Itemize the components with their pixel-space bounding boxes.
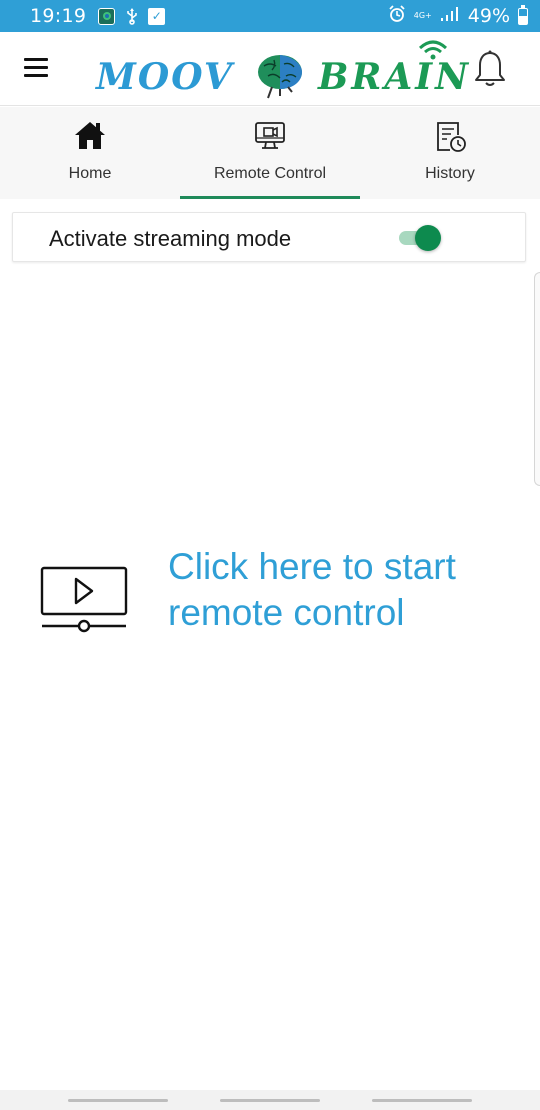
streaming-mode-label: Activate streaming mode bbox=[49, 226, 292, 251]
bell-icon bbox=[475, 50, 505, 86]
back-button[interactable] bbox=[372, 1099, 472, 1102]
status-bar: 19:19 ✓ 4G+ 49% bbox=[0, 0, 540, 32]
video-play-icon bbox=[40, 566, 128, 633]
tab-home[interactable]: Home bbox=[0, 107, 180, 199]
system-nav-bar bbox=[0, 1090, 540, 1110]
tab-history[interactable]: History bbox=[360, 107, 540, 199]
hamburger-line bbox=[24, 66, 48, 69]
app-logo: MOOV BRAIN bbox=[96, 40, 468, 100]
tab-label: History bbox=[425, 165, 475, 182]
monitor-camera-icon bbox=[255, 122, 285, 149]
hamburger-line bbox=[24, 58, 48, 61]
brain-icon bbox=[258, 55, 302, 99]
start-remote-control-label[interactable]: Click here to start remote control bbox=[168, 544, 498, 636]
logo-text-moov: MOOV bbox=[96, 56, 234, 98]
signal-icon bbox=[440, 5, 460, 27]
history-icon bbox=[437, 122, 466, 152]
tab-label: Home bbox=[68, 165, 112, 182]
battery-icon bbox=[518, 4, 528, 25]
hamburger-line bbox=[24, 74, 48, 77]
menu-button[interactable] bbox=[24, 58, 48, 78]
toggle-thumb bbox=[415, 225, 441, 251]
alarm-icon bbox=[388, 4, 406, 28]
app-header: MOOV BRAIN bbox=[0, 32, 540, 106]
logo-text-brain: BRAIN bbox=[318, 56, 472, 98]
streaming-mode-card: Activate streaming mode bbox=[12, 212, 526, 262]
system-status: 4G+ 49% bbox=[388, 4, 528, 28]
app-notification-icon bbox=[98, 7, 116, 25]
side-panel-handle[interactable] bbox=[534, 272, 540, 486]
tab-remote-control[interactable]: Remote Control bbox=[180, 107, 360, 199]
home-icon bbox=[75, 122, 105, 149]
recent-apps-button[interactable] bbox=[68, 1099, 168, 1102]
notification-icons: ✓ bbox=[98, 7, 166, 25]
network-type: 4G+ bbox=[413, 11, 432, 20]
battery-percent: 49% bbox=[467, 5, 510, 27]
notifications-button[interactable] bbox=[472, 49, 508, 89]
active-tab-indicator bbox=[180, 196, 360, 199]
checkbox-notification-icon: ✓ bbox=[148, 7, 166, 25]
status-time: 19:19 bbox=[30, 5, 87, 27]
usb-icon bbox=[123, 7, 140, 25]
home-system-button[interactable] bbox=[220, 1099, 320, 1102]
tab-label: Remote Control bbox=[213, 165, 327, 182]
streaming-mode-toggle[interactable] bbox=[399, 224, 447, 252]
tab-bar: Home Remote Control History bbox=[0, 107, 540, 199]
start-remote-control-button[interactable]: Click here to start remote control bbox=[38, 540, 498, 640]
wifi-icon bbox=[418, 40, 448, 60]
